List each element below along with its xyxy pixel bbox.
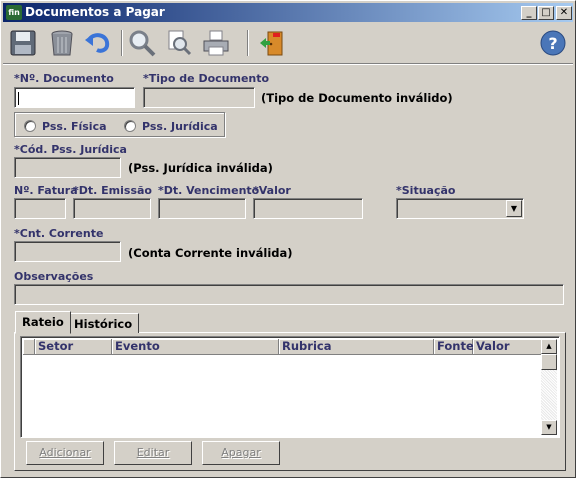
- help-button[interactable]: ?: [536, 27, 570, 59]
- observacoes-label: Observações: [14, 270, 94, 283]
- adicionar-button[interactable]: Adicionar: [26, 441, 104, 465]
- dt-emissao-input[interactable]: [73, 198, 151, 219]
- printer-icon: [203, 30, 229, 56]
- scroll-up-icon[interactable]: ▲: [541, 339, 557, 354]
- tipo-pessoa-group: Pss. Física Pss. Jurídica: [14, 112, 225, 137]
- svg-text:?: ?: [548, 34, 557, 53]
- exit-door-icon: [260, 31, 283, 56]
- cnt-corrente-message: (Conta Corrente inválida): [128, 246, 293, 260]
- documentos-a-pagar-window: fin Documentos a Pagar _ □ ✕ ? *Nº. Docu…: [0, 0, 576, 478]
- toolbar-divider: [3, 63, 573, 65]
- scroll-down-icon[interactable]: ▼: [541, 420, 557, 435]
- undo-arrow-icon: [85, 33, 110, 53]
- cnt-corrente-label: *Cnt. Corrente: [14, 227, 104, 240]
- delete-button[interactable]: [45, 27, 79, 59]
- nr-fatura-input[interactable]: [14, 198, 66, 219]
- exit-button[interactable]: [255, 27, 289, 59]
- valor-input[interactable]: [253, 198, 363, 219]
- cod-pss-juridica-label: *Cód. Pss. Jurídica: [14, 143, 127, 156]
- pss-juridica-radio[interactable]: [124, 120, 136, 132]
- toolbar: ?: [1, 24, 575, 62]
- window-title: Documentos a Pagar: [25, 5, 165, 19]
- print-preview-icon: [168, 30, 192, 56]
- rateio-grid[interactable]: Setor Evento Rubrica Fonte Valor ▲ ▼: [20, 336, 560, 438]
- valor-label: *Valor: [253, 184, 291, 197]
- situacao-select[interactable]: ▼: [396, 198, 524, 219]
- dt-vencimento-input[interactable]: [158, 198, 246, 219]
- pss-fisica-radio[interactable]: [24, 120, 36, 132]
- editar-button[interactable]: Editar: [114, 441, 192, 465]
- pss-juridica-label[interactable]: Pss. Jurídica: [142, 120, 218, 133]
- minimize-button[interactable]: _: [521, 6, 537, 20]
- magnifier-icon: [129, 30, 156, 57]
- scroll-thumb[interactable]: [541, 354, 557, 370]
- app-icon: fin: [6, 5, 22, 20]
- nr-fatura-label: Nº. Fatura: [14, 184, 78, 197]
- col-fonte[interactable]: Fonte: [434, 339, 474, 355]
- grid-vertical-scrollbar[interactable]: ▲ ▼: [541, 339, 557, 435]
- col-evento[interactable]: Evento: [112, 339, 279, 355]
- col-valor[interactable]: Valor: [473, 339, 543, 355]
- help-icon: ?: [540, 30, 566, 56]
- toolbar-separator: [247, 30, 249, 56]
- search-button[interactable]: [125, 27, 159, 59]
- grid-header: Setor Evento Rubrica Fonte Valor: [23, 339, 543, 355]
- situacao-label: *Situação: [396, 184, 456, 197]
- grid-indicator-column: [23, 339, 35, 355]
- toolbar-separator: [121, 30, 123, 56]
- preview-button[interactable]: [161, 27, 195, 59]
- text-cursor: [18, 92, 19, 105]
- apagar-button[interactable]: Apagar: [202, 441, 280, 465]
- pss-fisica-label[interactable]: Pss. Física: [42, 120, 107, 133]
- observacoes-input[interactable]: [14, 284, 564, 305]
- undo-button[interactable]: [81, 27, 115, 59]
- save-button[interactable]: [6, 27, 40, 59]
- print-button[interactable]: [199, 27, 233, 59]
- dt-emissao-label: *Dt. Emissão: [73, 184, 152, 197]
- close-button[interactable]: ✕: [556, 6, 572, 20]
- tab-rateio[interactable]: Rateio: [15, 311, 71, 334]
- maximize-button[interactable]: □: [538, 6, 554, 20]
- tipo-documento-message: (Tipo de Documento inválido): [261, 91, 453, 105]
- cod-pss-juridica-input[interactable]: [14, 157, 121, 178]
- nr-documento-label: *Nº. Documento: [14, 72, 114, 85]
- trash-bin-icon: [51, 30, 73, 56]
- cnt-corrente-input[interactable]: [14, 241, 121, 262]
- tipo-documento-label: *Tipo de Documento: [143, 72, 270, 85]
- chevron-down-icon[interactable]: ▼: [506, 200, 522, 217]
- tab-historico[interactable]: Histórico: [67, 313, 140, 333]
- col-rubrica[interactable]: Rubrica: [279, 339, 434, 355]
- col-setor[interactable]: Setor: [35, 339, 112, 355]
- tipo-documento-input[interactable]: [143, 87, 255, 108]
- dt-vencimento-label: *Dt. Vencimento: [158, 184, 260, 197]
- cod-pss-juridica-message: (Pss. Jurídica inválida): [128, 161, 273, 175]
- title-bar: fin Documentos a Pagar _ □ ✕: [3, 3, 573, 22]
- floppy-disk-icon: [10, 30, 36, 56]
- nr-documento-input[interactable]: [14, 87, 135, 108]
